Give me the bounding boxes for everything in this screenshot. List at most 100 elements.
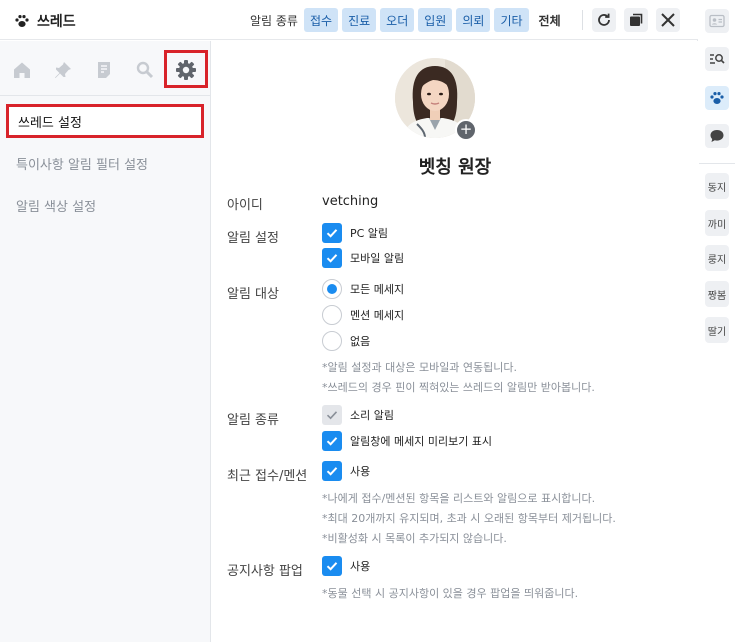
contact-icon (709, 14, 725, 28)
recent-use-label: 사용 (350, 465, 371, 478)
target-all-option[interactable]: 모든 메세지 (322, 279, 404, 299)
notice-note: *동물 선택 시 공지사항이 있을 경우 팝업을 띄워줍니다. (322, 587, 579, 600)
check-icon (326, 467, 338, 476)
alert-pc-option[interactable]: PC 알림 (322, 223, 388, 243)
filter-chip-treatment[interactable]: 진료 (342, 8, 377, 32)
check-icon (326, 411, 338, 420)
target-mention-option[interactable]: 멘션 메세지 (322, 305, 404, 325)
patient-tab-1[interactable]: 동지 (705, 173, 729, 199)
target-mention-label: 멘션 메세지 (350, 309, 405, 322)
filter-chip-etc[interactable]: 기타 (494, 8, 529, 32)
settings-sidebar: 쓰레드 설정 특이사항 알림 필터 설정 알림 색상 설정 (0, 41, 211, 642)
alert-mobile-checkbox[interactable] (322, 248, 342, 268)
notice-popup-label: 공지사항 팝업 (227, 564, 303, 579)
search-list-icon (710, 54, 725, 64)
filter-label: 알림 종류 (250, 13, 298, 28)
check-icon (326, 229, 338, 238)
copy-icon (630, 13, 643, 26)
recent-use-option[interactable]: 사용 (322, 461, 370, 481)
brand: 쓰레드 (14, 11, 76, 31)
chat-icon (710, 130, 724, 142)
add-photo-button[interactable]: + (455, 119, 477, 141)
target-mention-radio[interactable] (322, 305, 342, 325)
patient-tab-4[interactable]: 짱봄 (705, 281, 729, 307)
refresh-button[interactable] (592, 8, 616, 32)
id-label: 아이디 (227, 198, 263, 213)
filter-chip-all[interactable]: 전체 (533, 8, 567, 32)
menu-item-special-alert-filter[interactable]: 특이사항 알림 필터 설정 (0, 142, 211, 184)
recent-note-1: *나에게 접수/멘션된 항목을 리스트와 알림으로 표시합니다. (322, 492, 596, 505)
search-button[interactable] (134, 59, 156, 81)
menu-item-thread-settings[interactable]: 쓰레드 설정 (6, 104, 204, 138)
settings-highlight-box (164, 50, 208, 88)
note-icon (98, 62, 110, 78)
app-title: 쓰레드 (37, 14, 76, 30)
recent-use-checkbox[interactable] (322, 461, 342, 481)
search-list-button[interactable] (705, 47, 729, 71)
target-all-radio[interactable] (322, 279, 342, 299)
profile-avatar[interactable]: + (395, 58, 477, 141)
app-window: 쓰레드 알림 종류 접수 진료 오더 입원 의뢰 기타 전체 쓰레드 설정 특이… (0, 0, 698, 642)
id-value: vetching (322, 194, 379, 209)
sidebar-icon-bar (0, 41, 210, 96)
home-icon (14, 62, 30, 78)
copy-button[interactable] (624, 8, 648, 32)
pin-button[interactable] (52, 59, 74, 81)
sound-alert-checkbox[interactable] (322, 405, 342, 425)
filter-chip-order[interactable]: 오더 (380, 8, 415, 32)
filter-chip-intake[interactable]: 접수 (303, 8, 339, 32)
patient-tab-5[interactable]: 딸기 (705, 317, 729, 343)
alert-pc-checkbox[interactable] (322, 223, 342, 243)
alert-mobile-label: 모바일 알림 (350, 252, 405, 265)
notes-button[interactable] (93, 59, 115, 81)
patient-tab-3[interactable]: 룽지 (705, 245, 729, 271)
notice-use-label: 사용 (350, 560, 371, 573)
target-none-radio[interactable] (322, 331, 342, 351)
alert-type-label: 알림 종류 (227, 413, 279, 428)
preview-checkbox[interactable] (322, 431, 342, 451)
pin-icon (55, 62, 71, 78)
target-none-label: 없음 (350, 335, 371, 348)
profile-name: 벳칭 원장 (418, 157, 492, 178)
check-icon (326, 437, 338, 446)
alert-mobile-option[interactable]: 모바일 알림 (322, 248, 404, 268)
check-icon (326, 562, 338, 571)
patient-tab-2[interactable]: 까미 (705, 210, 729, 236)
filter-chip-referral[interactable]: 의뢰 (456, 8, 491, 32)
close-button[interactable] (656, 8, 680, 32)
refresh-icon (598, 13, 610, 26)
settings-panel: + 벳칭 원장 아이디 vetching 알림 설정 PC 알림 모바일 알림 … (212, 41, 698, 642)
target-note-1: *알림 설정과 대상은 모바일과 연동됩니다. (322, 361, 518, 374)
search-icon (136, 61, 154, 79)
preview-option[interactable]: 알림창에 메세지 미리보기 표시 (322, 431, 492, 451)
close-icon (661, 13, 675, 27)
menu-item-alert-color[interactable]: 알림 색상 설정 (0, 184, 211, 226)
rail-divider (699, 163, 735, 164)
notice-use-checkbox[interactable] (322, 556, 342, 576)
chat-button[interactable] (705, 124, 729, 148)
header: 쓰레드 알림 종류 접수 진료 오더 입원 의뢰 기타 전체 (0, 0, 698, 40)
recent-note-3: *비활성화 시 목록이 추가되지 않습니다. (322, 532, 507, 545)
alert-pc-label: PC 알림 (350, 227, 389, 240)
alert-target-label: 알림 대상 (227, 287, 279, 302)
check-icon (326, 254, 338, 263)
sound-alert-option[interactable]: 소리 알림 (322, 405, 394, 425)
header-divider (582, 10, 583, 30)
target-note-2: *쓰레드의 경우 핀이 찍혀있는 쓰레드의 알림만 받아봅니다. (322, 381, 595, 394)
radio-selected-dot (327, 284, 337, 294)
thread-button[interactable] (705, 86, 729, 110)
right-rail: 동지 까미 룽지 짱봄 딸기 (699, 0, 735, 642)
target-all-label: 모든 메세지 (350, 283, 405, 296)
contact-button[interactable] (705, 9, 729, 33)
paw-icon (710, 92, 724, 104)
preview-label: 알림창에 메세지 미리보기 표시 (350, 435, 493, 448)
alert-setting-label: 알림 설정 (227, 231, 279, 246)
filter-chip-admission[interactable]: 입원 (418, 8, 453, 32)
home-button[interactable] (11, 59, 33, 81)
sound-alert-label: 소리 알림 (350, 409, 394, 422)
recent-note-2: *최대 20개까지 유지되며, 초과 시 오래된 항목부터 제거됩니다. (322, 512, 616, 525)
notice-use-option[interactable]: 사용 (322, 556, 370, 576)
settings-menu: 쓰레드 설정 특이사항 알림 필터 설정 알림 색상 설정 (0, 104, 211, 226)
paw-icon (15, 15, 29, 27)
target-none-option[interactable]: 없음 (322, 331, 370, 351)
